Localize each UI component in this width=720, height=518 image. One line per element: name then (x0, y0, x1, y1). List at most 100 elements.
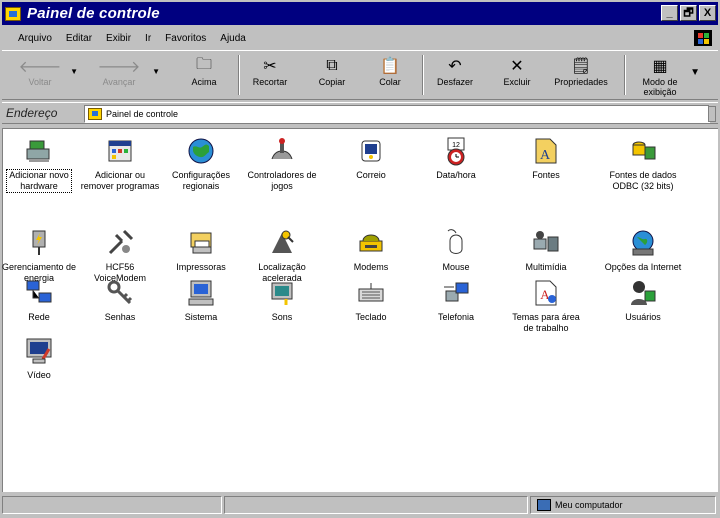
mail-icon (355, 135, 387, 167)
svg-text:A: A (540, 148, 551, 163)
menu-favoritos[interactable]: Favoritos (158, 33, 213, 44)
cpl-item-label: Telefonia (437, 312, 475, 322)
cpl-item-data-hora[interactable]: 12 Data/hora (414, 135, 498, 181)
views-button[interactable]: ▦ Modo de exibição ▼ (632, 53, 700, 99)
cpl-item-label: Opções da Internet (604, 262, 682, 272)
views-dropdown-icon[interactable]: ▼ (690, 67, 700, 78)
cpl-item-label: Fontes de dados ODBC (32 bits) (609, 170, 677, 191)
cpl-item-temas-para-area-de-trabalho[interactable]: A Temas para área de trabalho (504, 277, 588, 334)
cpl-item-impressoras[interactable]: Impressoras (159, 227, 243, 273)
cpl-item-label: Controladores de jogos (247, 170, 317, 191)
display-icon (23, 335, 55, 367)
cpl-item-modems[interactable]: Modems (329, 227, 413, 273)
game-controllers-icon (266, 135, 298, 167)
cpl-item-controladores-de-jogos[interactable]: Controladores de jogos (240, 135, 324, 192)
status-zone-text: Meu computador (555, 500, 623, 510)
control-panel-items-view: Adicionar novo hardware Adicionar ou remo… (2, 128, 718, 492)
control-panel-window: Painel de controle _ 🗗 X Arquivo Editar … (0, 0, 720, 518)
status-panel-middle (224, 496, 528, 514)
keyboard-icon (355, 277, 387, 309)
close-button[interactable]: X (699, 5, 716, 21)
cpl-item-video[interactable]: Vídeo (0, 335, 81, 381)
menu-editar[interactable]: Editar (59, 33, 99, 44)
modems-icon (355, 227, 387, 259)
up-button[interactable]: 🗀 Acima (182, 53, 226, 99)
sounds-icon (266, 277, 298, 309)
views-label: Modo de exibição (642, 77, 678, 97)
control-panel-folder-icon (5, 6, 21, 21)
back-dropdown-icon[interactable]: ▼ (70, 67, 78, 76)
cpl-item-label: Adicionar ou remover programas (80, 170, 160, 191)
cpl-item-opcoes-da-internet[interactable]: Opções da Internet (601, 227, 685, 273)
multimedia-icon (530, 227, 562, 259)
mouse-icon (440, 227, 472, 259)
cpl-item-label: Multimídia (525, 262, 567, 272)
back-arrow-icon: 🡐 (18, 58, 62, 76)
address-value: Painel de controle (106, 109, 179, 119)
cpl-item-label: Impressoras (176, 262, 226, 272)
cpl-item-usuarios[interactable]: Usuários (601, 277, 685, 323)
menu-bar: Arquivo Editar Exibir Ir Favoritos Ajuda (2, 28, 718, 48)
cpl-item-configuracoes-regionais[interactable]: Configurações regionais (159, 135, 243, 192)
forward-arrow-icon: 🡒 (97, 58, 141, 76)
title-bar[interactable]: Painel de controle _ 🗗 X (2, 2, 718, 25)
cpl-item-hcf56-voicemodem[interactable]: HCF56 VoiceModem (78, 227, 162, 284)
properties-icon: 🗒 (570, 58, 592, 75)
desktop-themes-icon: A (530, 277, 562, 309)
cpl-item-teclado[interactable]: Teclado (329, 277, 413, 323)
cpl-item-rede[interactable]: Rede (0, 277, 81, 323)
cpl-item-sistema[interactable]: Sistema (159, 277, 243, 323)
cpl-item-correio[interactable]: Correio (329, 135, 413, 181)
delete-button[interactable]: ✕ Excluir (496, 53, 538, 99)
undo-icon: ↶ (448, 58, 462, 75)
cpl-item-adicionar-ou-remover-programas[interactable]: Adicionar ou remover programas (78, 135, 162, 192)
cpl-item-fontes-de-dados-odbc-32-bits[interactable]: Fontes de dados ODBC (32 bits) (601, 135, 685, 192)
maximize-button[interactable]: 🗗 (680, 5, 697, 21)
cut-button[interactable]: ✂ Recortar (246, 53, 294, 99)
cpl-item-sons[interactable]: Sons (240, 277, 324, 323)
forward-button[interactable]: 🡒 Avançar ▼ (92, 53, 160, 99)
toolbar-separator (624, 55, 626, 95)
clipboard-icon: 📋 (380, 58, 400, 75)
menu-ajuda[interactable]: Ajuda (213, 33, 253, 44)
cpl-item-localizacao-acelerada[interactable]: Localização acelerada (240, 227, 324, 284)
status-panel-zone: Meu computador (530, 496, 716, 514)
menu-exibir[interactable]: Exibir (99, 33, 138, 44)
menu-arquivo[interactable]: Arquivo (2, 33, 59, 44)
cpl-item-gerenciamento-de-energia[interactable]: Gerenciamento de energia (0, 227, 81, 284)
address-field[interactable]: Painel de controle (84, 105, 710, 123)
power-management-icon (23, 227, 55, 259)
my-computer-icon (537, 499, 551, 511)
minimize-button[interactable]: _ (661, 5, 678, 21)
users-icon (627, 277, 659, 309)
delete-label: Excluir (503, 77, 531, 87)
forward-dropdown-icon[interactable]: ▼ (152, 67, 160, 76)
up-folder-icon: 🗀 (195, 55, 212, 73)
undo-label: Desfazer (436, 77, 473, 87)
cpl-item-adicionar-novo-hardware[interactable]: Adicionar novo hardware (0, 135, 81, 193)
undo-button[interactable]: ↶ Desfazer (430, 53, 480, 99)
passwords-icon (104, 277, 136, 309)
address-dropdown-edge[interactable] (708, 106, 716, 122)
cpl-item-label: Configurações regionais (171, 170, 231, 191)
cpl-item-telefonia[interactable]: Telefonia (414, 277, 498, 323)
toolbar-separator (422, 55, 424, 95)
window-title: Painel de controle (27, 5, 160, 22)
paste-button[interactable]: 📋 Colar (370, 53, 410, 99)
cpl-item-mouse[interactable]: Mouse (414, 227, 498, 273)
back-button[interactable]: 🡐 Voltar ▼ (16, 53, 78, 99)
cpl-item-multimidia[interactable]: Multimídia (504, 227, 588, 273)
fonts-icon: A (530, 135, 562, 167)
toolbar-separator (238, 55, 240, 95)
cpl-item-label: Rede (28, 312, 50, 322)
date-time-icon: 12 (440, 135, 472, 167)
properties-button[interactable]: 🗒 Propriedades (546, 53, 616, 99)
cpl-item-fontes[interactable]: A Fontes (504, 135, 588, 181)
find-fast-icon (266, 227, 298, 259)
cpl-item-senhas[interactable]: Senhas (78, 277, 162, 323)
scissors-icon: ✂ (263, 58, 277, 75)
address-label: Endereço (6, 106, 58, 120)
copy-button[interactable]: ⧉ Copiar (310, 53, 354, 99)
add-remove-programs-icon (104, 135, 136, 167)
menu-ir[interactable]: Ir (138, 33, 158, 44)
